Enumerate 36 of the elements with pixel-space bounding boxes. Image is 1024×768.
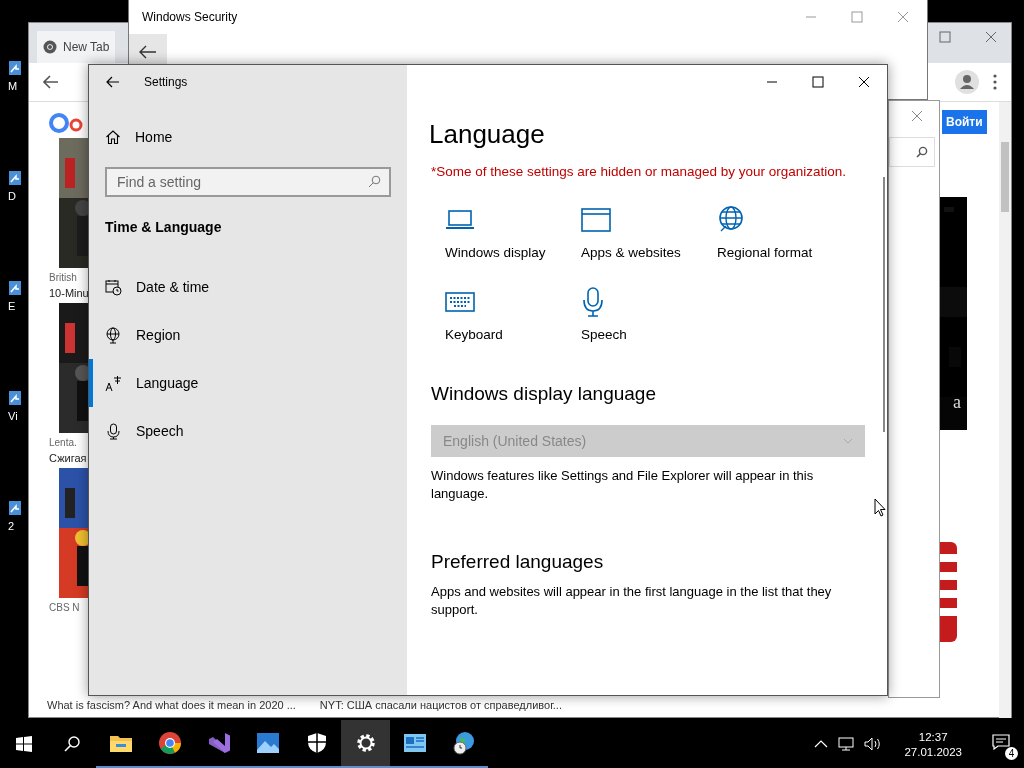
- nav-item[interactable]: Speech: [89, 407, 407, 455]
- policy-notice: *Some of these settings are hidden or managed by your organization.: [431, 164, 847, 179]
- settings-tile[interactable]: Regional format: [717, 205, 853, 265]
- news-source: CBS N: [49, 602, 80, 613]
- news-source: Lenta.: [49, 437, 77, 448]
- desktop-icon-label[interactable]: M: [8, 80, 18, 92]
- window-title: Windows Security: [142, 10, 238, 24]
- description-text: Windows features like Settings and File Explorer will appear in this language.: [431, 467, 815, 503]
- section-heading: Windows display language: [431, 383, 657, 405]
- news-title[interactable]: NYT: США спасали нацистов от справедливог...: [319, 699, 562, 711]
- sign-in-button[interactable]: Войти: [942, 110, 987, 134]
- nav-item[interactable]: Region: [89, 311, 407, 359]
- browser-tab[interactable]: New Tab: [37, 31, 116, 63]
- settings-tile[interactable]: Windows display: [445, 205, 581, 265]
- clock[interactable]: 12:37 27.01.2023: [892, 730, 974, 758]
- settings-tile[interactable]: Apps & websites: [581, 205, 717, 265]
- section-heading: Preferred languages: [431, 551, 605, 573]
- description-text: Apps and websites will appear in the first language in the list that they support.: [431, 583, 833, 619]
- page-heading: Language: [429, 119, 546, 150]
- desktop-icon-label[interactable]: 2: [8, 520, 15, 532]
- video-caption: a: [953, 392, 961, 413]
- desktop-icon-label[interactable]: E: [8, 300, 16, 312]
- desktop-icon-label[interactable]: Vi: [8, 410, 18, 422]
- search-field[interactable]: Find a setting: [105, 167, 391, 197]
- news-title[interactable]: Сжигая: [49, 452, 87, 464]
- window-title: Settings: [144, 75, 188, 89]
- notification-badge: 4: [1005, 747, 1018, 760]
- news-title[interactable]: 10-Minu: [49, 287, 89, 299]
- desktop-icon-label[interactable]: D: [8, 190, 16, 202]
- news-title[interactable]: What is fascism? And what does it mean in 2020 ...: [47, 699, 296, 711]
- home-link[interactable]: Home: [89, 117, 407, 157]
- settings-tile[interactable]: Keyboard: [445, 287, 581, 347]
- section-title: Time & Language: [104, 218, 223, 235]
- nav-item[interactable]: Date & time: [89, 263, 407, 311]
- settings-tile[interactable]: Speech: [581, 287, 717, 347]
- news-source: British: [49, 272, 77, 283]
